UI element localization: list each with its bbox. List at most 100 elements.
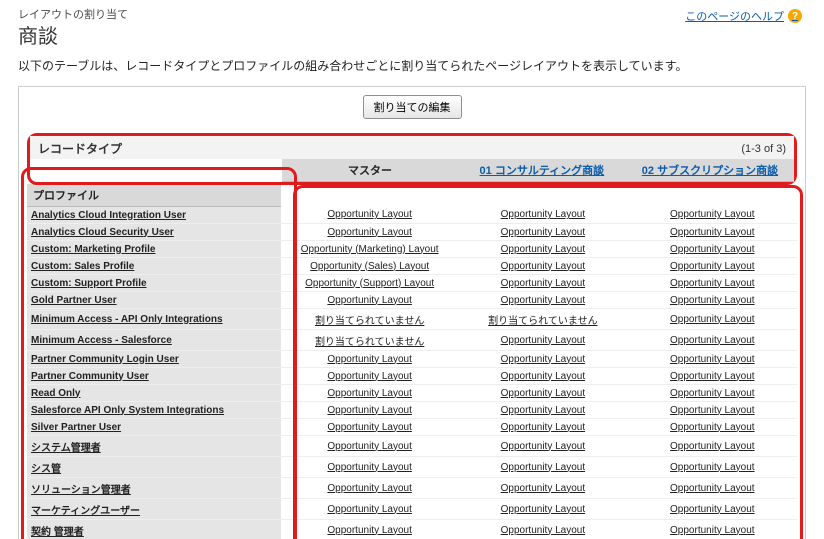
layout-cell[interactable]: Opportunity Layout bbox=[281, 402, 458, 419]
layout-link[interactable]: Opportunity Layout bbox=[327, 441, 412, 452]
layout-link[interactable]: 割り当てられていません bbox=[315, 316, 424, 327]
layout-cell[interactable]: Opportunity Layout bbox=[458, 368, 627, 385]
layout-cell[interactable]: Opportunity Layout bbox=[458, 520, 627, 539]
profile-link[interactable]: Gold Partner User bbox=[31, 295, 117, 306]
layout-cell[interactable]: Opportunity Layout bbox=[628, 436, 797, 457]
layout-link[interactable]: Opportunity Layout bbox=[501, 244, 586, 255]
profile-cell[interactable]: Analytics Cloud Security User bbox=[27, 224, 281, 241]
layout-link[interactable]: Opportunity Layout bbox=[327, 209, 412, 220]
profile-cell[interactable]: Custom: Support Profile bbox=[27, 275, 281, 292]
profile-link[interactable]: Minimum Access - Salesforce bbox=[31, 335, 172, 346]
layout-cell[interactable]: Opportunity Layout bbox=[628, 258, 797, 275]
layout-link[interactable]: Opportunity Layout bbox=[670, 504, 755, 515]
layout-cell[interactable]: Opportunity Layout bbox=[458, 258, 627, 275]
profile-cell[interactable]: マーケティングユーザー bbox=[27, 499, 281, 520]
layout-link[interactable]: Opportunity Layout bbox=[501, 388, 586, 399]
layout-link[interactable]: Opportunity Layout bbox=[670, 209, 755, 220]
layout-link[interactable]: Opportunity Layout bbox=[670, 354, 755, 365]
layout-link[interactable]: Opportunity Layout bbox=[327, 462, 412, 473]
layout-link[interactable]: Opportunity (Support) Layout bbox=[305, 278, 434, 289]
layout-link[interactable]: Opportunity Layout bbox=[501, 278, 586, 289]
layout-cell[interactable]: Opportunity Layout bbox=[458, 224, 627, 241]
profile-link[interactable]: Minimum Access - API Only Integrations bbox=[31, 314, 223, 325]
layout-link[interactable]: Opportunity Layout bbox=[670, 244, 755, 255]
layout-cell[interactable]: Opportunity Layout bbox=[628, 292, 797, 309]
layout-link[interactable]: Opportunity Layout bbox=[501, 354, 586, 365]
profile-cell[interactable]: Analytics Cloud Integration User bbox=[27, 207, 281, 224]
profile-link[interactable]: Read Only bbox=[31, 388, 80, 399]
layout-link[interactable]: Opportunity Layout bbox=[670, 227, 755, 238]
layout-link[interactable]: Opportunity (Marketing) Layout bbox=[301, 244, 439, 255]
layout-link[interactable]: Opportunity Layout bbox=[327, 422, 412, 433]
layout-cell[interactable]: Opportunity Layout bbox=[281, 436, 458, 457]
layout-link[interactable]: Opportunity Layout bbox=[501, 371, 586, 382]
layout-cell[interactable]: Opportunity Layout bbox=[281, 457, 458, 478]
layout-cell[interactable]: 割り当てられていません bbox=[458, 309, 627, 330]
layout-link[interactable]: Opportunity Layout bbox=[670, 314, 755, 325]
profile-link[interactable]: Custom: Support Profile bbox=[31, 278, 147, 289]
layout-cell[interactable]: Opportunity Layout bbox=[281, 292, 458, 309]
profile-link[interactable]: Silver Partner User bbox=[31, 422, 121, 433]
layout-cell[interactable]: Opportunity Layout bbox=[628, 241, 797, 258]
layout-link[interactable]: Opportunity Layout bbox=[327, 227, 412, 238]
layout-link[interactable]: Opportunity Layout bbox=[327, 504, 412, 515]
layout-link[interactable]: Opportunity Layout bbox=[501, 227, 586, 238]
profile-link[interactable]: システム管理者 bbox=[31, 443, 101, 454]
edit-assignment-button[interactable]: 割り当ての編集 bbox=[363, 95, 462, 119]
layout-link[interactable]: Opportunity Layout bbox=[501, 261, 586, 272]
layout-cell[interactable]: Opportunity Layout bbox=[281, 520, 458, 539]
layout-cell[interactable]: Opportunity Layout bbox=[458, 330, 627, 351]
layout-cell[interactable]: Opportunity Layout bbox=[628, 207, 797, 224]
layout-link[interactable]: Opportunity Layout bbox=[327, 295, 412, 306]
layout-link[interactable]: Opportunity Layout bbox=[501, 335, 586, 346]
layout-cell[interactable]: Opportunity (Sales) Layout bbox=[281, 258, 458, 275]
layout-cell[interactable]: Opportunity Layout bbox=[628, 275, 797, 292]
layout-link[interactable]: 割り当てられていません bbox=[488, 316, 597, 327]
layout-link[interactable]: Opportunity Layout bbox=[670, 441, 755, 452]
profile-cell[interactable]: Partner Community Login User bbox=[27, 351, 281, 368]
layout-cell[interactable]: Opportunity (Support) Layout bbox=[281, 275, 458, 292]
layout-cell[interactable]: Opportunity Layout bbox=[628, 402, 797, 419]
layout-link[interactable]: Opportunity Layout bbox=[327, 388, 412, 399]
profile-cell[interactable]: シス管 bbox=[27, 457, 281, 478]
profile-link[interactable]: Analytics Cloud Integration User bbox=[31, 210, 186, 221]
profile-cell[interactable]: Read Only bbox=[27, 385, 281, 402]
layout-link[interactable]: Opportunity Layout bbox=[501, 504, 586, 515]
layout-link[interactable]: Opportunity Layout bbox=[327, 483, 412, 494]
profile-cell[interactable]: システム管理者 bbox=[27, 436, 281, 457]
help-link[interactable]: このページのヘルプ ? bbox=[685, 8, 802, 24]
layout-link[interactable]: Opportunity Layout bbox=[501, 422, 586, 433]
layout-cell[interactable]: Opportunity Layout bbox=[458, 207, 627, 224]
layout-link[interactable]: 割り当てられていません bbox=[315, 337, 424, 348]
layout-cell[interactable]: Opportunity Layout bbox=[628, 478, 797, 499]
layout-link[interactable]: Opportunity Layout bbox=[501, 295, 586, 306]
layout-cell[interactable]: Opportunity Layout bbox=[458, 436, 627, 457]
layout-cell[interactable]: Opportunity Layout bbox=[458, 292, 627, 309]
profile-cell[interactable]: 契約 管理者 bbox=[27, 520, 281, 539]
profile-link[interactable]: Custom: Sales Profile bbox=[31, 261, 134, 272]
layout-cell[interactable]: Opportunity Layout bbox=[281, 385, 458, 402]
layout-cell[interactable]: Opportunity Layout bbox=[628, 520, 797, 539]
layout-link[interactable]: Opportunity Layout bbox=[327, 354, 412, 365]
col-rt1[interactable]: 01 コンサルティング商談 bbox=[458, 159, 626, 182]
profile-link[interactable]: Salesforce API Only System Integrations bbox=[31, 405, 224, 416]
layout-link[interactable]: Opportunity Layout bbox=[670, 422, 755, 433]
layout-cell[interactable]: Opportunity Layout bbox=[628, 351, 797, 368]
layout-link[interactable]: Opportunity Layout bbox=[670, 405, 755, 416]
layout-cell[interactable]: Opportunity Layout bbox=[458, 457, 627, 478]
layout-cell[interactable]: Opportunity Layout bbox=[628, 457, 797, 478]
layout-cell[interactable]: Opportunity Layout bbox=[458, 241, 627, 258]
layout-cell[interactable]: 割り当てられていません bbox=[281, 309, 458, 330]
profile-cell[interactable]: Custom: Sales Profile bbox=[27, 258, 281, 275]
profile-cell[interactable]: Custom: Marketing Profile bbox=[27, 241, 281, 258]
profile-cell[interactable]: Minimum Access - Salesforce bbox=[27, 330, 281, 351]
layout-cell[interactable]: Opportunity Layout bbox=[281, 478, 458, 499]
layout-cell[interactable]: Opportunity Layout bbox=[281, 207, 458, 224]
layout-cell[interactable]: Opportunity Layout bbox=[628, 419, 797, 436]
profile-link[interactable]: 契約 管理者 bbox=[31, 527, 84, 538]
layout-link[interactable]: Opportunity Layout bbox=[501, 405, 586, 416]
layout-link[interactable]: Opportunity Layout bbox=[501, 462, 586, 473]
layout-link[interactable]: Opportunity Layout bbox=[327, 405, 412, 416]
col-rt2[interactable]: 02 サブスクリプション商談 bbox=[626, 159, 794, 182]
layout-cell[interactable]: Opportunity Layout bbox=[628, 309, 797, 330]
